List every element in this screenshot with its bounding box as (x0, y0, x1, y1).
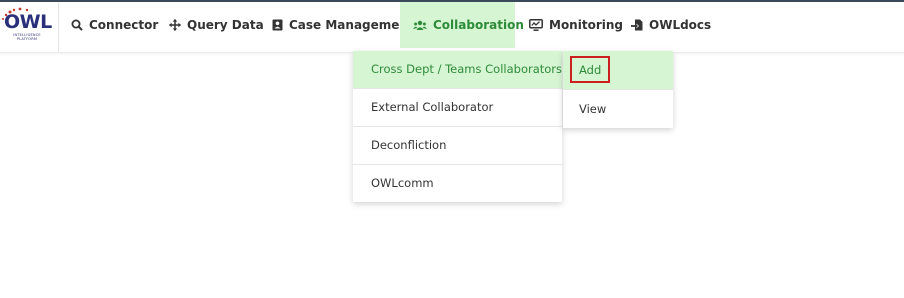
submenu-item-view[interactable]: View (563, 90, 673, 128)
nav-monitoring[interactable]: Monitoring (529, 2, 623, 48)
menu-item-deconfliction[interactable]: Deconfliction (353, 127, 562, 165)
logo-text: OWL (4, 11, 52, 33)
nav-query-data-label: Query Data (187, 18, 264, 32)
menu-item-cross-dept-teams-collaborators[interactable]: Cross Dept / Teams Collaborators (353, 51, 569, 89)
menu-item-label: Cross Dept / Teams Collaborators (371, 62, 563, 76)
address-book-icon (272, 19, 283, 31)
file-import-icon (631, 19, 643, 31)
menu-item-label: Deconfliction (371, 138, 447, 152)
top-navbar: OWL INTELLIGENCE PLATFORM Connector Quer… (0, 2, 904, 53)
nav-collaboration-label: Collaboration (433, 18, 524, 32)
nav-case-management[interactable]: Case Management (272, 2, 414, 48)
nav-owldocs[interactable]: OWLdocs (631, 2, 711, 48)
submenu-item-add[interactable]: Add (563, 51, 673, 90)
nav-connector-label: Connector (89, 18, 159, 32)
owl-logo[interactable]: OWL INTELLIGENCE PLATFORM (0, 2, 59, 52)
menu-item-owlcomm[interactable]: OWLcomm (353, 165, 562, 202)
collaborators-submenu: Add View (563, 51, 673, 128)
monitor-chart-icon (529, 19, 543, 31)
nav-collaboration[interactable]: Collaboration (400, 2, 524, 48)
nav-query-data[interactable]: Query Data (169, 2, 264, 48)
nav-monitoring-label: Monitoring (549, 18, 623, 32)
nav-owldocs-label: OWLdocs (649, 18, 712, 32)
submenu-item-label: Add (579, 63, 602, 77)
menu-item-label: OWLcomm (371, 176, 434, 190)
collaboration-dropdown-menu: Cross Dept / Teams Collaborators Externa… (353, 51, 569, 202)
nav-connector[interactable]: Connector (71, 2, 158, 48)
users-icon (413, 20, 427, 30)
nav-case-management-label: Case Management (289, 18, 414, 32)
menu-item-label: External Collaborator (371, 100, 494, 114)
search-icon (71, 19, 83, 31)
move-arrows-icon (169, 19, 181, 31)
submenu-item-label: View (579, 102, 607, 116)
menu-item-external-collaborator[interactable]: External Collaborator (353, 89, 562, 127)
logo-subtitle: INTELLIGENCE PLATFORM (13, 33, 41, 41)
